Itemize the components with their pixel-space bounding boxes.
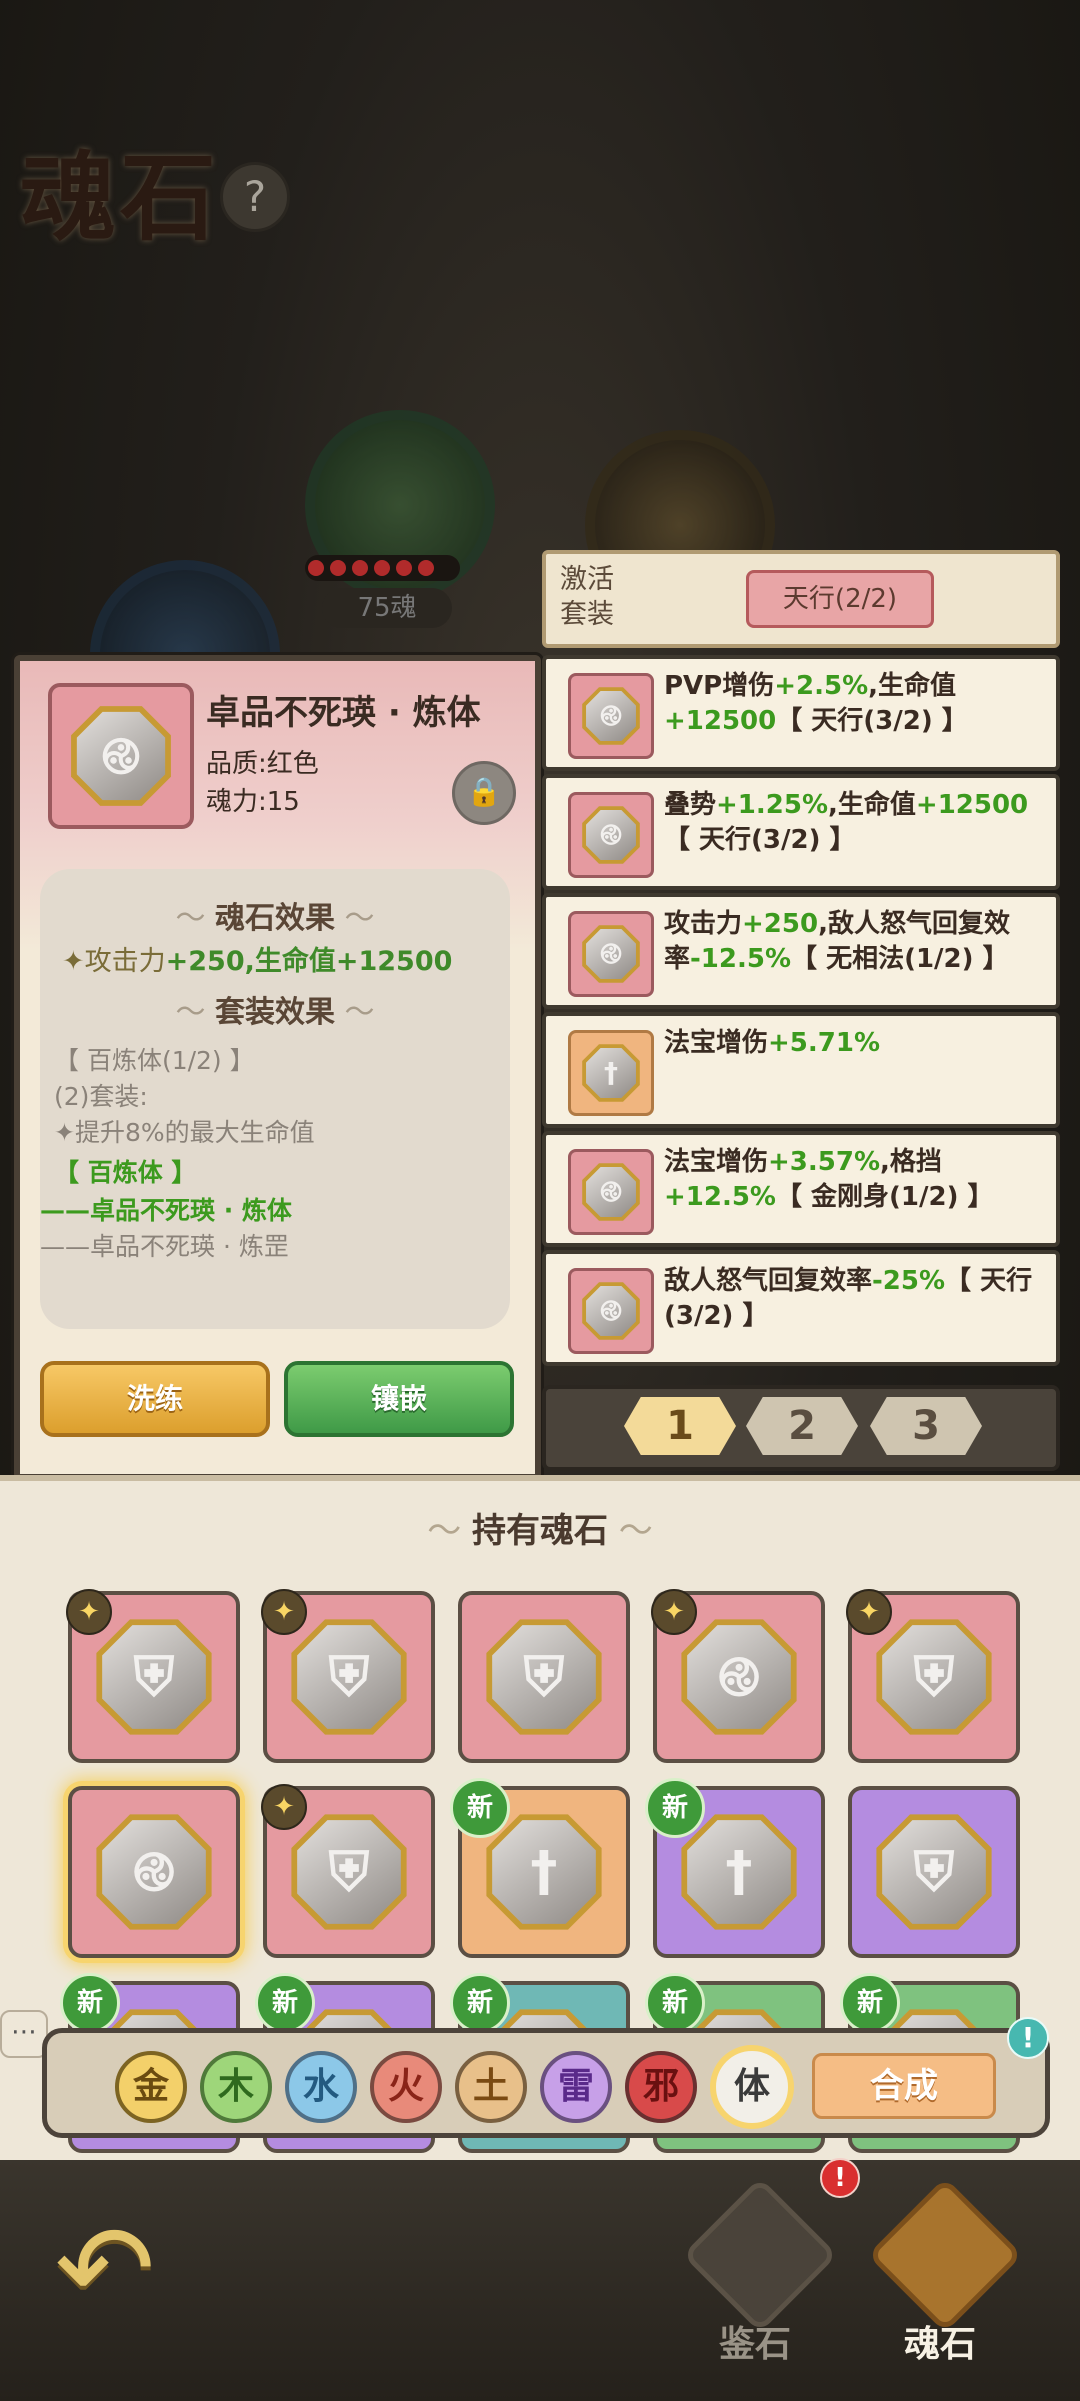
combine-alert-icon: ! [1007,2017,1049,2059]
lock-icon[interactable]: 🔒 [452,761,516,825]
set-line-1: 【 百炼体(1/2) 】 [54,1046,255,1075]
star-icon: ✦ [651,1589,697,1635]
star-icon: ✦ [66,1589,112,1635]
nav-appraise-stone[interactable]: 鉴石 [680,2177,838,2370]
combine-button[interactable]: 合成 [812,2053,996,2119]
element-filter-2[interactable]: 木 [200,2051,272,2123]
element-filter-3[interactable]: 水 [285,2051,357,2123]
refine-button[interactable]: 洗练 [40,1361,270,1437]
effects-box: 〜 魂石效果 〜 ✦攻击力+250,生命值+12500 〜 套装效果 〜 【 百… [40,869,510,1329]
inventory-slot[interactable]: ⛨ ✦ [66,1589,240,1763]
activated-set-value[interactable]: 天行(2/2) [746,570,934,628]
equipped-stone-card[interactable]: ࿋ 敌人怒气回复效率-25%【 天行(3/2) 】 [542,1250,1060,1366]
equipped-stone-card[interactable]: ࿋ 叠势+1.25%,生命值+12500【 天行(3/2) 】 [542,774,1060,890]
set-effect-title: 〜 套装效果 〜 [175,995,375,1030]
inventory-slot[interactable]: ⛨ [458,1591,630,1763]
set-line-3: ✦提升8%的最大生命值 [54,1118,315,1147]
tab-page-1[interactable]: 1 [624,1397,736,1455]
new-badge: 新 [840,1973,900,2033]
stone-quality: 品质:红色 [206,749,319,779]
triskelion-stone-icon: ࿋ [568,911,654,997]
inventory-slot[interactable]: ⛨ ✦ [261,1784,435,1958]
stone-power: 魂力:15 [206,787,300,817]
inventory-slot[interactable]: † 新 [645,1778,825,1958]
equipped-stone-effect: 法宝增伤+3.57%,格挡+12.5%【 金刚身(1/2) 】 [664,1147,994,1212]
inventory-slot[interactable]: † 新 [450,1778,630,1958]
new-badge: 新 [645,1973,705,2033]
element-filter-bar: 金木水火土雷邪体 合成 ! [42,2017,1050,2138]
back-arrow-icon[interactable]: ↶ [40,2210,170,2340]
set-member-inactive: ——卓品不死瑛 · 炼罡 [40,1232,289,1261]
appraise-alert-icon: ! [820,2158,860,2198]
nav-soulstone[interactable]: 魂石 [865,2177,1023,2370]
inventory-slot[interactable]: ⛨ ✦ [846,1589,1020,1763]
sword-stone-icon: † [568,1030,654,1116]
inventory-slot[interactable]: ࿋ ✦ [651,1589,825,1763]
help-icon[interactable]: ? [220,162,290,232]
orb-level-dots [305,555,460,581]
equipped-stone-card[interactable]: ࿋ PVP增伤+2.5%,生命值+12500【 天行(3/2) 】 [542,655,1060,771]
equipped-stone-effect: PVP增伤+2.5%,生命值+12500【 天行(3/2) 】 [664,671,968,736]
equipped-stone-card[interactable]: ࿋ 攻击力+250,敌人怒气回复效率-12.5%【 无相法(1/2) 】 [542,893,1060,1009]
tab-page-2[interactable]: 2 [746,1397,858,1455]
soul-effect-text: ✦攻击力+250,生命值+12500 [62,946,453,977]
selected-stone-icon: ࿋ [48,683,194,829]
element-filter-7[interactable]: 邪 [625,2051,697,2123]
set-member-active: ——卓品不死瑛 · 炼体 [40,1196,292,1225]
element-filter-8[interactable]: 体 [710,2045,794,2129]
new-badge: 新 [60,1973,120,2033]
triskelion-stone-icon: ࿋ [568,792,654,878]
new-badge: 新 [645,1778,705,1838]
soul-count-label: 75魂 [322,588,452,628]
soul-effect-title: 〜 魂石效果 〜 [175,901,375,936]
inventory-slot[interactable]: ࿋ [68,1786,240,1958]
element-filter-1[interactable]: 金 [115,2051,187,2123]
star-icon: ✦ [261,1589,307,1635]
equipped-stone-effect: 敌人怒气回复效率-25%【 天行(3/2) 】 [664,1266,1033,1331]
set-line-2: (2)套装: [54,1082,148,1111]
equipped-stone-effect: 叠势+1.25%,生命值+12500【 天行(3/2) 】 [664,790,1029,855]
appraise-icon [682,2177,838,2333]
page-tabs: 1 2 3 [542,1385,1060,1471]
inventory-slot[interactable]: ⛨ ✦ [261,1589,435,1763]
inlay-button[interactable]: 镶嵌 [284,1361,514,1437]
set-members-title: 【 百炼体 】 [54,1158,197,1187]
equipped-stone-effect: 攻击力+250,敌人怒气回复效率-12.5%【 无相法(1/2) 】 [664,909,1010,974]
element-filter-6[interactable]: 雷 [540,2051,612,2123]
element-filter-4[interactable]: 火 [370,2051,442,2123]
new-badge: 新 [450,1778,510,1838]
nav-soulstone-label: 魂石 [903,2324,976,2365]
nav-appraise-label: 鉴石 [718,2324,791,2365]
triskelion-stone-icon: ࿋ [568,1268,654,1354]
bottom-nav: ↶ 鉴石 魂石 [0,2160,1080,2401]
element-filter-5[interactable]: 土 [455,2051,527,2123]
equipped-stone-card[interactable]: † 法宝增伤+5.71% [542,1012,1060,1128]
page-title: 魂石 [20,141,220,254]
stone-detail-panel: ࿋ 卓品不死瑛 · 炼体 品质:红色 魂力:15 🔒 〜 魂石效果 〜 ✦攻击力… [14,655,541,1480]
tab-page-3[interactable]: 3 [870,1397,982,1455]
equipped-stone-effect: 法宝增伤+5.71% [664,1028,881,1058]
triskelion-stone-icon: ࿋ [568,673,654,759]
new-badge: 新 [255,1973,315,2033]
equipped-stone-card[interactable]: ࿋ 法宝增伤+3.57%,格挡+12.5%【 金刚身(1/2) 】 [542,1131,1060,1247]
star-icon: ✦ [846,1589,892,1635]
soulstone-icon [867,2177,1023,2333]
inventory-slot[interactable]: ⛨ [848,1786,1020,1958]
chat-icon[interactable]: ⋯ [0,2010,48,2058]
activated-set-label: 激活套装 [560,564,614,630]
stone-name: 卓品不死瑛 · 炼体 [206,693,481,733]
new-badge: 新 [450,1973,510,2033]
triskelion-stone-icon: ࿋ [568,1149,654,1235]
activated-set-bar: 激活套装 天行(2/2) [542,550,1060,648]
star-icon: ✦ [261,1784,307,1830]
